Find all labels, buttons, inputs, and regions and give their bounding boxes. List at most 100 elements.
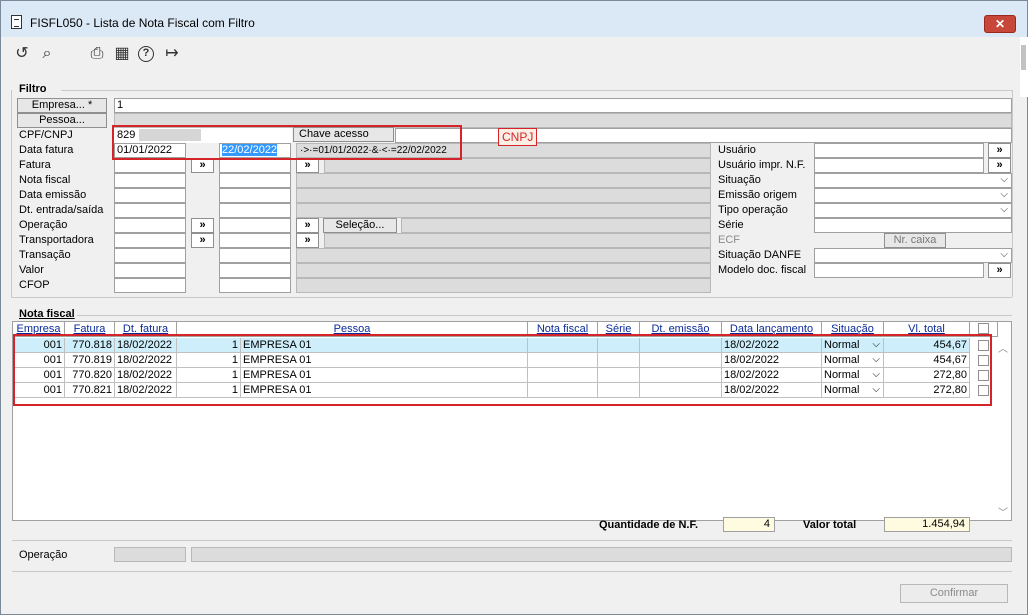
- fatura-de-input[interactable]: [114, 158, 186, 173]
- emissao-origem-label: Emissão origem: [718, 189, 797, 201]
- undo-icon[interactable]: ↺: [13, 45, 31, 63]
- nota-fiscal-ate-input[interactable]: [219, 173, 291, 188]
- qtd-nf-label: Quantidade de N.F.: [599, 519, 699, 531]
- cfop-expression: [296, 278, 711, 293]
- close-button[interactable]: ✕: [984, 15, 1016, 33]
- window-title: FISFL050 - Lista de Nota Fiscal com Filt…: [30, 16, 255, 30]
- filtro-group-border-top: [61, 90, 1012, 91]
- cnpj-annotation: CNPJ: [498, 128, 538, 146]
- situacao-select[interactable]: ⌵: [814, 173, 1012, 188]
- valor-label: Valor: [19, 264, 44, 276]
- nota-fiscal-expression: [296, 173, 711, 188]
- document-icon: [11, 15, 22, 29]
- cpf-label: CPF/CNPJ: [19, 129, 73, 141]
- main-window: FISFL050 - Lista de Nota Fiscal com Filt…: [0, 0, 1028, 615]
- operacao-arrow-button[interactable]: »: [191, 218, 214, 233]
- grid-scrollbar[interactable]: ︿ ﹀: [995, 338, 1011, 520]
- tipo-operacao-select[interactable]: ⌵: [814, 203, 1012, 218]
- data-emissao-label: Data emissão: [19, 189, 87, 201]
- usuario-arrow-button[interactable]: »: [988, 143, 1011, 158]
- toolbar: ↺ ⌕ ⎙ ▦ ? ↦: [1, 37, 1027, 71]
- transportadora-label: Transportadora: [19, 234, 94, 246]
- footer-operacao-desc: [191, 547, 1012, 562]
- data-emissao-de-input[interactable]: [114, 188, 186, 203]
- ecf-label: ECF: [718, 234, 740, 246]
- fatura-label: Fatura: [19, 159, 51, 171]
- selecao-button[interactable]: Seleção...: [323, 218, 397, 233]
- cfop-de-input[interactable]: [114, 278, 186, 293]
- transacao-de-input[interactable]: [114, 248, 186, 263]
- print-icon[interactable]: ⎙: [88, 45, 106, 63]
- situacao-danfe-select[interactable]: ⌵: [814, 248, 1012, 263]
- fatura-expression: [324, 158, 711, 173]
- operacao-ate-arrow-button[interactable]: »: [296, 218, 319, 233]
- nota-group-border-top: [77, 315, 1012, 316]
- scrollbar-thumb[interactable]: [1021, 45, 1026, 70]
- fatura-ate-arrow-button[interactable]: »: [296, 158, 319, 173]
- usuario-input[interactable]: [814, 143, 984, 158]
- rows-highlight-box: [13, 334, 992, 406]
- help-icon[interactable]: ?: [138, 46, 154, 62]
- fatura-ate-input[interactable]: [219, 158, 291, 173]
- scroll-up-icon[interactable]: ︿: [998, 340, 1008, 355]
- modelo-doc-arrow-button[interactable]: »: [988, 263, 1011, 278]
- data-emissao-ate-input[interactable]: [219, 188, 291, 203]
- nota-fiscal-title: Nota fiscal: [19, 308, 75, 320]
- qtd-nf-value: 4: [723, 517, 775, 532]
- serie-input[interactable]: [814, 218, 1012, 233]
- confirmar-button[interactable]: Confirmar: [900, 584, 1008, 603]
- transportadora-de-input[interactable]: [114, 233, 186, 248]
- fatura-arrow-button[interactable]: »: [191, 158, 214, 173]
- valor-de-input[interactable]: [114, 263, 186, 278]
- modelo-doc-label: Modelo doc. fiscal: [718, 264, 807, 276]
- chevron-down-icon: ⌵: [1000, 189, 1008, 200]
- filtro-title: Filtro: [19, 83, 47, 95]
- operacao-de-input[interactable]: [114, 218, 186, 233]
- chevron-down-icon: ⌵: [1000, 174, 1008, 185]
- cfop-ate-input[interactable]: [219, 278, 291, 293]
- nota-fiscal-de-input[interactable]: [114, 173, 186, 188]
- footer-separator: [12, 540, 1012, 541]
- data-fatura-label: Data fatura: [19, 144, 74, 156]
- search-icon[interactable]: ⌕: [38, 45, 56, 63]
- operacao-label: Operação: [19, 219, 68, 231]
- transportadora-arrow-button[interactable]: »: [191, 233, 214, 248]
- situacao-danfe-label: Situação DANFE: [718, 249, 802, 261]
- footer-operacao-code: [114, 547, 186, 562]
- exit-icon[interactable]: ↦: [163, 45, 181, 63]
- chevron-down-icon: ⌵: [1000, 204, 1008, 215]
- chave-acesso-input[interactable]: [395, 128, 1012, 143]
- window-scrollbar[interactable]: [1020, 37, 1028, 97]
- data-emissao-expression: [296, 188, 711, 203]
- transportadora-ate-arrow-button[interactable]: »: [296, 233, 319, 248]
- usuario-impr-input[interactable]: [814, 158, 984, 173]
- operacao-ate-input[interactable]: [219, 218, 291, 233]
- usuario-impr-arrow-button[interactable]: »: [988, 158, 1011, 173]
- cnpj-highlight-box: [112, 125, 462, 160]
- dt-entrada-expression: [296, 203, 711, 218]
- emissao-origem-select[interactable]: ⌵: [814, 188, 1012, 203]
- select-all-checkbox[interactable]: [978, 323, 989, 334]
- footer-separator-bottom: [12, 571, 1012, 572]
- dt-entrada-ate-input[interactable]: [219, 203, 291, 218]
- valor-total-label: Valor total: [803, 519, 857, 531]
- pessoa-button[interactable]: Pessoa...: [17, 113, 107, 128]
- empresa-input[interactable]: 1: [114, 98, 1012, 113]
- empresa-button[interactable]: Empresa... *: [17, 98, 107, 113]
- serie-label: Série: [718, 219, 744, 231]
- cfop-label: CFOP: [19, 279, 50, 291]
- calendar-icon[interactable]: ▦: [113, 45, 131, 63]
- scroll-down-icon[interactable]: ﹀: [998, 504, 1008, 519]
- transacao-ate-input[interactable]: [219, 248, 291, 263]
- valor-ate-input[interactable]: [219, 263, 291, 278]
- transportadora-expression: [324, 233, 711, 248]
- dt-entrada-de-input[interactable]: [114, 203, 186, 218]
- modelo-doc-input[interactable]: [814, 263, 984, 278]
- usuario-impr-label: Usuário impr. N.F.: [718, 159, 806, 171]
- transacao-expression: [296, 248, 711, 263]
- filtro-group-border-bottom: [11, 297, 1012, 298]
- chevron-down-icon: ⌵: [1000, 249, 1008, 260]
- transportadora-ate-input[interactable]: [219, 233, 291, 248]
- nr-caixa-button[interactable]: Nr. caixa: [884, 233, 946, 248]
- valor-total-value: 1.454,94: [884, 517, 970, 532]
